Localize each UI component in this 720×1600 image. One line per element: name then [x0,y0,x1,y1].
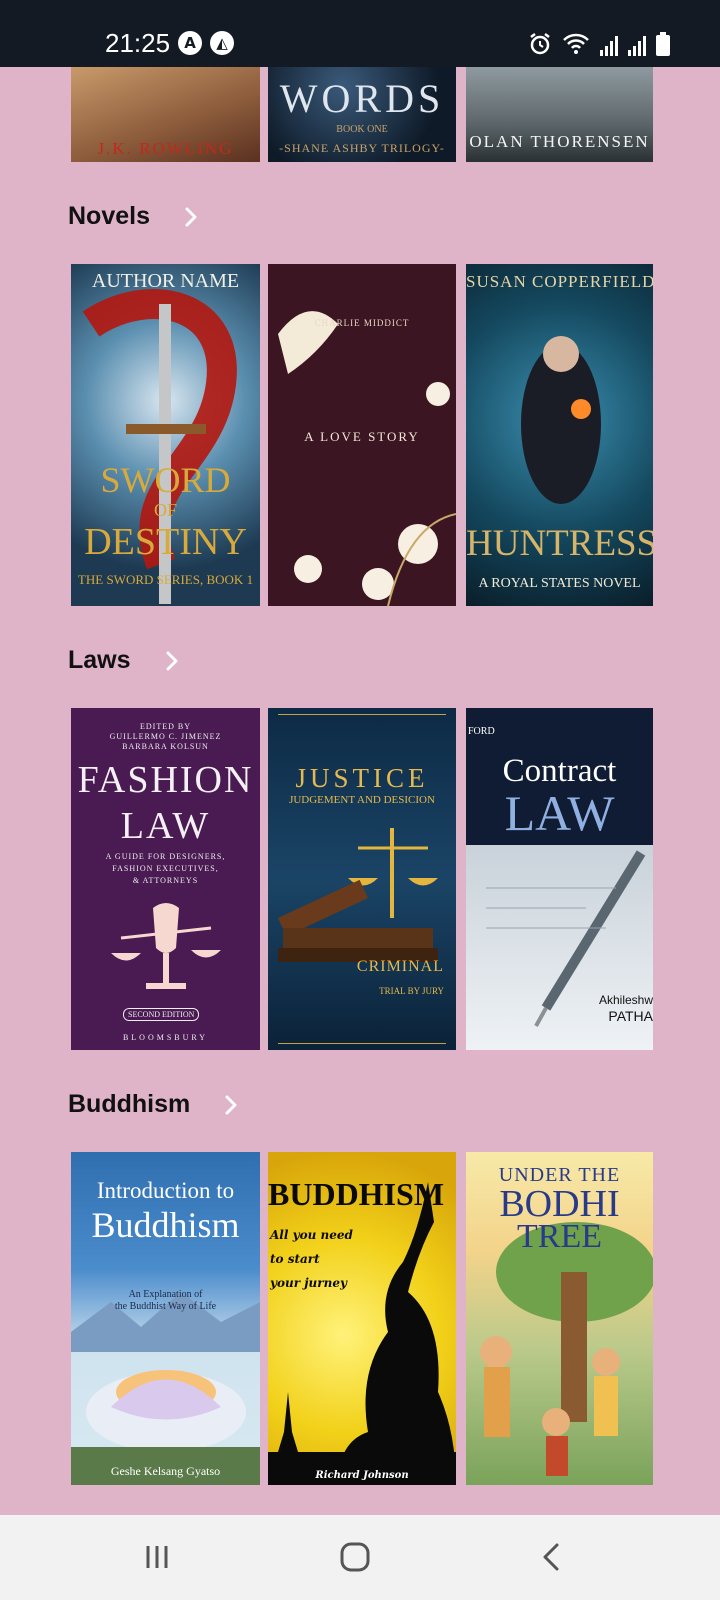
book-author: Akhileshw [598,993,653,1007]
section-header-buddhism[interactable]: Buddhism [68,1090,242,1119]
system-navigation-bar [0,1515,720,1600]
book-top-label: FORD [468,726,495,737]
book-cover[interactable]: CHARLIE MIDDICT A LOVE STORY [268,264,456,606]
section-title: Novels [68,202,150,230]
book-author: PATHA [608,1008,653,1024]
chevron-right-icon[interactable] [161,650,183,672]
home-button[interactable] [330,1537,380,1577]
app-notification-icon: A [178,31,202,55]
book-tagline: All you need [270,1228,353,1242]
book-tag: TRIAL BY JURY [379,986,444,996]
book-title: BUDDHISM [268,1176,445,1212]
book-title: HUNTRESS [466,523,653,564]
book-author: Richard Johnson [315,1470,409,1481]
book-title-line: OF [153,500,177,520]
book-subtitle: An Explanation of [128,1289,203,1300]
status-bar: 21:25 A ◭ [0,0,720,67]
section-header-novels[interactable]: Novels [68,202,202,231]
book-editors: BARBARA KOLSUN [122,742,209,751]
book-tagline: to start [270,1252,320,1266]
home-icon [340,1542,370,1572]
signal-icon-1 [600,34,618,56]
book-cover[interactable]: EDITED BY GUILLERMO C. JIMENEZ BARBARA K… [71,708,260,1050]
section-title: Laws [68,646,131,674]
book-author: SUSAN COPPERFIELD [466,272,653,291]
book-title-line: DESTINY [84,521,247,563]
back-button[interactable] [527,1537,577,1577]
chevron-right-icon[interactable] [180,206,202,228]
chevron-right-icon[interactable] [220,1094,242,1116]
book-subtitle: FASHION EXECUTIVES, [112,864,219,873]
book-editors: GUILLERMO C. JIMENEZ [109,732,222,741]
book-cover[interactable]: WORDS BOOK ONE -SHANE ASHBY TRILOGY- [268,67,456,162]
recent-apps-icon [146,1546,168,1568]
book-cover[interactable]: UNDER THE BODHI TREE [466,1152,653,1485]
book-cover[interactable]: J.K. ROWLING [71,67,260,162]
alarm-icon [530,33,550,55]
book-author: AUTHOR NAME [91,270,240,292]
book-title-line: FASHION [77,759,254,801]
book-subtitle: & ATTORNEYS [132,876,199,885]
book-cover[interactable]: BUDDHISM All you need to start your jurn… [268,1152,456,1485]
status-time: 21:25 [105,28,171,58]
scales-mannequin-illustration [111,903,221,989]
book-cover[interactable]: FORD Contract LAW Akhileshw PATHA [466,708,653,1050]
book-subtitle: A GUIDE FOR DESIGNERS, [105,852,226,861]
book-publisher: BLOOMSBURY [122,1033,209,1042]
book-subtitle: JUDGEMENT AND DESICION [289,794,435,806]
back-icon [543,1543,559,1571]
wifi-icon [563,33,589,54]
book-subtitle: the Buddhist Way of Life [114,1301,217,1312]
book-editors: EDITED BY [140,722,191,731]
recent-apps-button[interactable] [132,1537,182,1577]
book-author: OLAN THORENSEN [469,132,650,151]
book-cover[interactable]: SUSAN COPPERFIELD HUNTRESS A ROYAL STATE… [466,264,653,606]
section-title: Buddhism [68,1090,191,1118]
signal-icon-2 [628,34,646,56]
battery-icon [656,32,670,56]
book-title-line: LAW [120,805,211,847]
section-header-laws[interactable]: Laws [68,646,183,675]
book-title: JUSTICE [295,763,429,793]
book-cover[interactable]: Introduction to Buddhism An Explanation … [71,1152,260,1485]
book-author: CHARLIE MIDDICT [314,318,410,328]
book-cover[interactable]: OLAN THORENSEN [466,67,653,162]
book-tag: CRIMINAL [356,958,444,975]
book-title-line: Introduction to [96,1178,235,1203]
book-title-line: TREE [517,1218,602,1255]
book-author: Geshe Kelsang Gyatso [110,1464,221,1478]
book-title-line: Buddhism [91,1205,240,1245]
status-icons [528,30,670,56]
book-title-line: LAW [504,785,615,841]
navigation-notification-icon: ◭ [210,31,234,55]
book-series: THE SWORD SERIES, BOOK 1 [77,572,254,587]
book-cover[interactable]: AUTHOR NAME SWORD OF DESTINY THE SWORD S… [71,264,260,606]
book-series: A ROYAL STATES NOVEL [478,576,641,591]
book-series: -SHANE ASHBY TRILOGY- [279,141,445,155]
book-title: A LOVE STORY [304,429,420,444]
justice-scales-illustration [277,828,438,962]
book-title-line: SWORD [100,460,231,500]
book-edition: SECOND EDITION [123,1008,200,1021]
book-title: WORDS [279,76,445,121]
book-author: J.K. ROWLING [97,139,234,158]
book-cover[interactable]: JUSTICE JUDGEMENT AND DESICION CRIMINAL … [268,708,456,1050]
book-subtitle: BOOK ONE [336,124,388,135]
book-tagline: your jurney [270,1276,347,1290]
